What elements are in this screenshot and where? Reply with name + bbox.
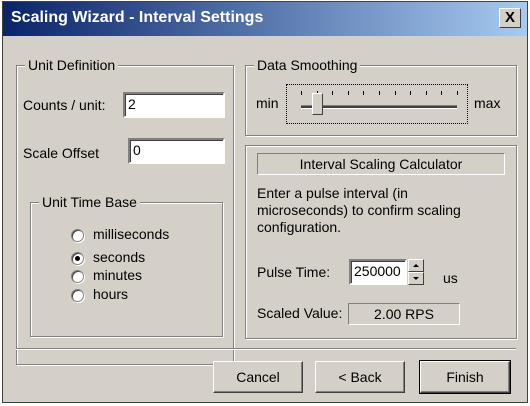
pulse-time-input[interactable]: 250000: [349, 259, 407, 285]
slider-tick: [457, 91, 458, 95]
counts-per-unit-label: Counts / unit:: [23, 97, 106, 113]
scaled-value-label: Scaled Value:: [257, 305, 343, 321]
radio-milliseconds[interactable]: [71, 229, 84, 242]
slider-thumb[interactable]: [312, 93, 323, 115]
smoothing-max-label: max: [474, 95, 501, 111]
window-title: Scaling Wizard - Interval Settings: [11, 9, 264, 26]
back-button[interactable]: < Back: [315, 361, 405, 393]
slider-tick: [410, 91, 411, 95]
unit-time-base-legend: Unit Time Base: [39, 194, 140, 210]
calculator-title: Interval Scaling Calculator: [257, 153, 505, 175]
radio-seconds-label[interactable]: seconds: [93, 249, 145, 265]
close-button[interactable]: X: [499, 8, 521, 28]
data-smoothing-legend: Data Smoothing: [254, 57, 361, 73]
pulse-time-spinner: [408, 259, 424, 285]
scale-offset-input[interactable]: 0: [128, 138, 225, 164]
radio-seconds[interactable]: [71, 252, 84, 265]
spin-up-icon: [413, 264, 419, 267]
scaled-value-display: 2.00 RPS: [348, 303, 460, 325]
slider-tick: [363, 91, 364, 95]
unit-definition-legend: Unit Definition: [25, 57, 119, 73]
slider-tick: [301, 91, 302, 95]
calculator-instructions: Enter a pulse interval (in microseconds)…: [257, 185, 461, 235]
pulse-time-label: Pulse Time:: [257, 264, 331, 280]
slider-tick: [441, 91, 442, 95]
radio-minutes[interactable]: [71, 270, 84, 283]
radio-hours[interactable]: [71, 289, 84, 302]
smoothing-min-label: min: [256, 95, 279, 111]
slider-tick: [426, 91, 427, 95]
slider-ticks: [301, 91, 458, 97]
slider-tick: [348, 91, 349, 95]
spin-up-button[interactable]: [408, 259, 424, 272]
slider-tick: [332, 91, 333, 95]
finish-button[interactable]: Finish: [419, 360, 511, 394]
radio-hours-label[interactable]: hours: [93, 286, 128, 302]
spin-down-icon: [413, 277, 419, 280]
slider-track: [301, 105, 457, 109]
slider-tick: [395, 91, 396, 95]
smoothing-slider[interactable]: [286, 84, 468, 124]
wizard-window: Scaling Wizard - Interval Settings X Uni…: [2, 1, 528, 403]
radio-milliseconds-label[interactable]: milliseconds: [93, 226, 169, 242]
button-separator: [16, 348, 516, 350]
slider-tick: [379, 91, 380, 95]
cancel-button[interactable]: Cancel: [213, 361, 303, 393]
spin-down-button[interactable]: [408, 272, 424, 285]
radio-minutes-label[interactable]: minutes: [93, 267, 142, 283]
scale-offset-label: Scale Offset: [23, 145, 100, 161]
title-bar[interactable]: Scaling Wizard - Interval Settings X: [3, 2, 527, 36]
pulse-unit-label: us: [443, 270, 458, 286]
counts-per-unit-input[interactable]: 2: [123, 92, 225, 118]
close-icon: X: [504, 9, 515, 26]
